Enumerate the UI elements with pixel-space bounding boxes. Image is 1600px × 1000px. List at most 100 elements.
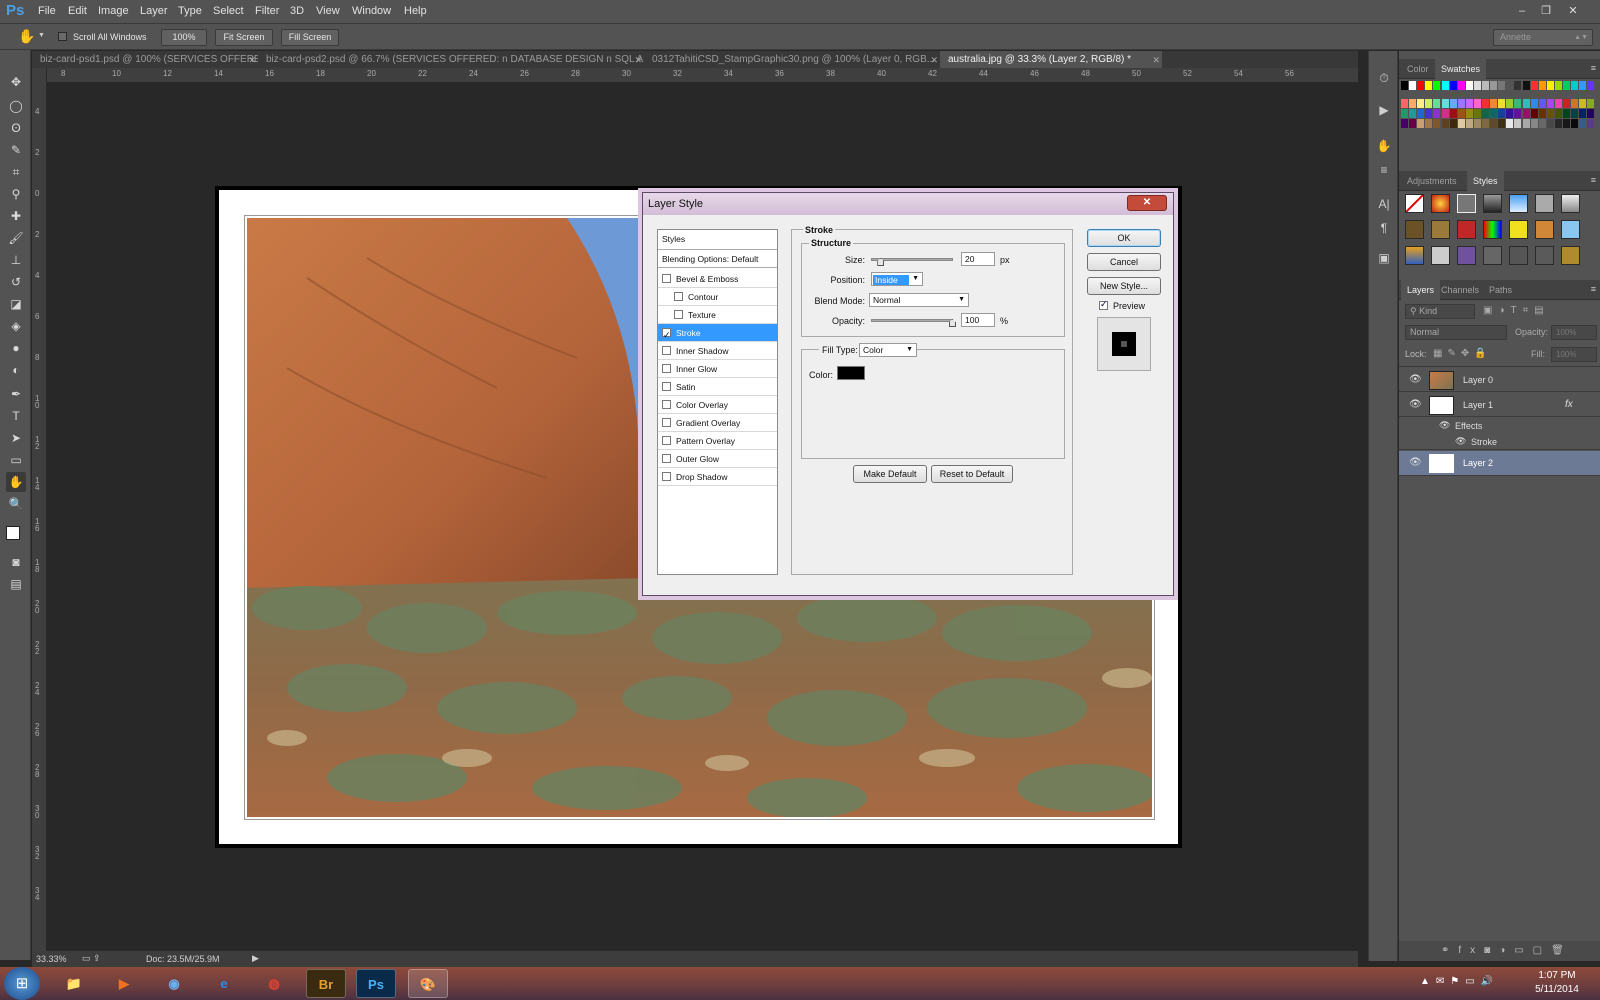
actions-panel-icon[interactable]: ▶ (1374, 103, 1394, 121)
effect-checkbox[interactable] (662, 436, 671, 445)
effect-item-drop-shadow[interactable]: Drop Shadow (658, 468, 777, 486)
cancel-button[interactable]: Cancel (1087, 253, 1161, 271)
zoom-level[interactable]: 33.33% (36, 954, 67, 964)
color-swatch[interactable] (1579, 81, 1587, 90)
eraser-tool-icon[interactable]: ◪ (6, 294, 26, 314)
menu-filter[interactable]: Filter (255, 5, 279, 17)
style-swatch[interactable] (1457, 220, 1476, 239)
menu-edit[interactable]: Edit (68, 5, 87, 17)
color-swatch[interactable] (1401, 119, 1408, 128)
panel-menu-icon[interactable]: ≡ (1591, 175, 1596, 185)
color-swatch[interactable] (1490, 81, 1498, 90)
color-swatch[interactable] (1554, 109, 1562, 118)
color-swatch[interactable] (1409, 119, 1417, 128)
close-icon[interactable]: ✕ (248, 51, 256, 69)
effect-checkbox[interactable] (662, 400, 671, 409)
effect-checkbox[interactable] (662, 454, 671, 463)
color-swatch[interactable] (1554, 119, 1562, 128)
styles-grid[interactable] (1403, 194, 1597, 274)
effect-item-pattern-overlay[interactable]: Pattern Overlay (658, 432, 777, 450)
color-swatch[interactable] (1587, 99, 1595, 108)
color-swatch[interactable] (1409, 99, 1417, 108)
marquee-tool-icon[interactable]: ◯ (6, 96, 26, 116)
style-swatch[interactable] (1535, 220, 1554, 239)
zoom-100-button[interactable]: 100% (161, 29, 207, 46)
bridge-taskbar-button[interactable]: Br (306, 969, 346, 998)
blending-options-item[interactable]: Blending Options: Default (658, 250, 777, 268)
style-swatch[interactable] (1431, 194, 1450, 213)
path-selection-tool-icon[interactable]: ➤ (6, 428, 26, 448)
effect-item-inner-shadow[interactable]: Inner Shadow (658, 342, 777, 360)
effect-item-stroke[interactable]: Stroke (658, 324, 777, 344)
media-player-icon[interactable]: ▶ (104, 969, 144, 998)
close-icon[interactable]: ✕ (634, 51, 642, 69)
tab-channels[interactable]: Channels (1435, 280, 1485, 300)
effects-eye-icon[interactable]: 👁 (1439, 420, 1450, 431)
color-swatch[interactable] (1473, 99, 1481, 108)
color-swatch[interactable] (1433, 81, 1441, 90)
color-swatch[interactable] (1563, 119, 1570, 128)
layer-fill-field[interactable]: 100% (1551, 347, 1597, 362)
color-swatch[interactable] (1587, 81, 1595, 90)
color-swatch[interactable] (1449, 119, 1457, 128)
character-panel-icon[interactable]: A| (1374, 197, 1394, 215)
color-swatch[interactable] (1498, 109, 1506, 118)
color-swatch[interactable] (1433, 109, 1441, 118)
effect-checkbox[interactable] (662, 472, 671, 481)
color-swatch[interactable] (1530, 119, 1538, 128)
layers-panel-footer-icons[interactable]: ⚭fx◙◑▭▢🗑 (1399, 941, 1600, 961)
vertical-ruler[interactable]: 4 2 0 2 4 6 8 10 12 14 16 18 20 22 24 26 28 30 32 34 (32, 68, 47, 959)
menu-window[interactable]: Window (352, 5, 391, 17)
style-swatch[interactable] (1561, 194, 1580, 213)
panel-menu-icon[interactable]: ≡ (1591, 284, 1596, 294)
panel-menu-icon[interactable]: ≡ (1591, 63, 1596, 73)
layer-filter-select[interactable]: ⚲ Kind (1405, 304, 1475, 319)
effects-row[interactable]: 👁 Effects (1399, 418, 1600, 434)
color-swatch[interactable] (1563, 81, 1570, 90)
color-swatch[interactable] (1538, 81, 1546, 90)
color-swatch[interactable] (1514, 109, 1522, 118)
color-swatch[interactable] (1514, 81, 1522, 90)
menu-type[interactable]: Type (178, 5, 202, 17)
history-brush-tool-icon[interactable]: ↺ (6, 272, 26, 292)
color-swatch[interactable] (1401, 99, 1408, 108)
style-swatch[interactable] (1535, 246, 1554, 265)
color-swatch[interactable] (1538, 99, 1546, 108)
hand-tool-preset-icon[interactable]: ✋ (18, 28, 35, 45)
color-swatch[interactable] (1546, 99, 1554, 108)
effect-item-contour[interactable]: Contour (658, 288, 777, 306)
color-swatch[interactable] (1465, 109, 1473, 118)
style-swatch[interactable] (1509, 194, 1528, 213)
photoshop-taskbar-button[interactable]: Ps (356, 969, 396, 998)
color-swatch[interactable] (1473, 81, 1481, 90)
style-swatch[interactable] (1535, 194, 1554, 213)
color-swatch[interactable] (1473, 119, 1481, 128)
style-swatch[interactable] (1483, 220, 1502, 239)
menu-view[interactable]: View (316, 5, 340, 17)
style-swatch[interactable] (1561, 246, 1580, 265)
color-swatch[interactable] (1522, 109, 1530, 118)
color-swatch[interactable] (1425, 99, 1433, 108)
color-swatch[interactable] (1554, 99, 1562, 108)
restore-button[interactable]: ❐ (1537, 3, 1555, 19)
style-swatch[interactable] (1405, 220, 1424, 239)
close-window-button[interactable]: ✕ (1564, 3, 1582, 19)
menu-select[interactable]: Select (213, 5, 244, 17)
effect-item-color-overlay[interactable]: Color Overlay (658, 396, 777, 414)
fill-screen-button[interactable]: Fill Screen (281, 29, 339, 46)
color-swatch[interactable] (1506, 109, 1514, 118)
color-swatch[interactable] (1449, 81, 1457, 90)
style-swatch[interactable] (1483, 246, 1502, 265)
color-swatch[interactable] (1530, 109, 1538, 118)
style-swatch[interactable] (1431, 246, 1450, 265)
opacity-slider-track[interactable] (871, 319, 953, 322)
color-swatch[interactable] (1425, 109, 1433, 118)
color-swatch[interactable] (1417, 119, 1425, 128)
minimize-button[interactable]: – (1513, 3, 1531, 19)
color-swatch[interactable] (1530, 81, 1538, 90)
foreground-color-swatch[interactable] (6, 526, 20, 540)
color-swatch[interactable] (1457, 119, 1465, 128)
color-swatch[interactable] (1449, 109, 1457, 118)
clock-date[interactable]: 5/11/2014 (1522, 984, 1592, 995)
color-swatch[interactable] (1571, 81, 1579, 90)
